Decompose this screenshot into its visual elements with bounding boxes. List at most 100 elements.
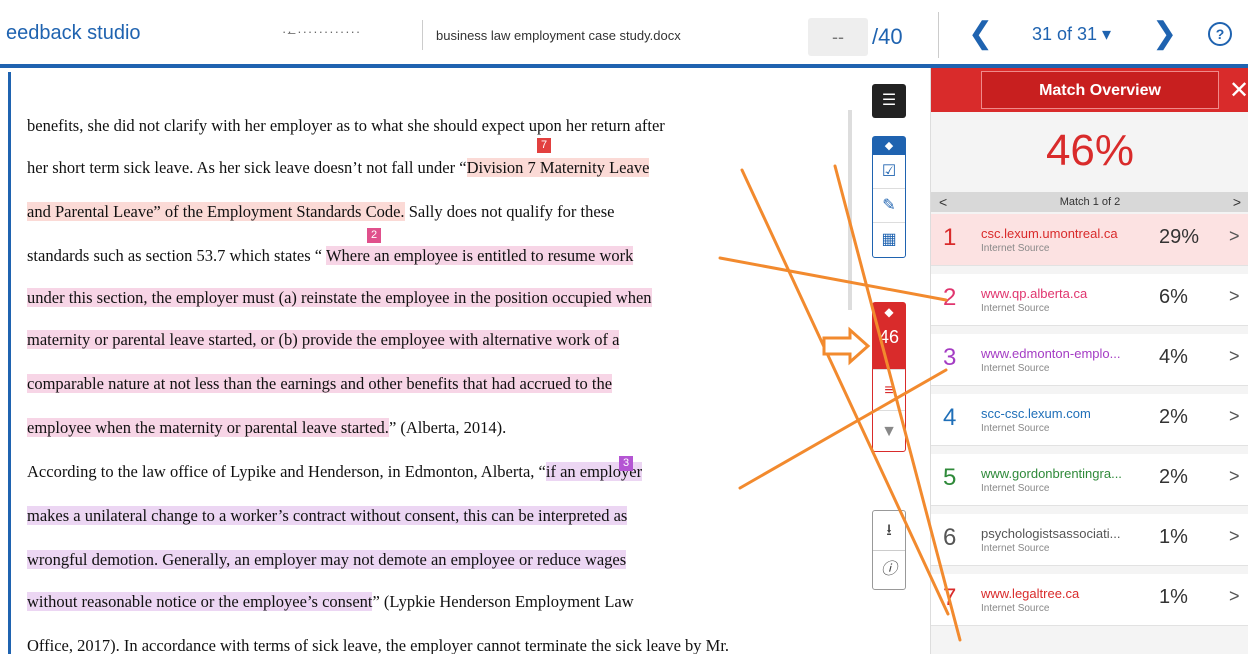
match-row[interactable]: 6 psychologistsassociati... Internet Sourc… [931,514,1248,566]
match-source-type: Internet Source [981,303,1050,314]
match-badge-2[interactable]: 2 [367,228,381,243]
chevron-right-icon[interactable]: > [1229,526,1240,547]
match-row[interactable]: 5 www.gordonbrentingra... Internet Source 2… [931,454,1248,506]
checkbox-icon[interactable]: ☑ [873,155,905,189]
match-percent: 1% [1159,526,1188,548]
grade-total: /40 [872,24,903,49]
highlighted-match-text[interactable]: maternity or parental leave started, or … [27,330,620,349]
match-source-type: Internet Source [981,543,1050,554]
match-row[interactable]: 4 scc-csc.lexum.com Internet Source 2% > [931,394,1248,446]
document-line: Office, 2017). In accordance with terms … [27,636,729,654]
match-source-type: Internet Source [981,363,1050,374]
match-number: 6 [943,524,957,551]
match-row[interactable]: 7 www.legaltree.ca Internet Source 1% > [931,574,1248,626]
match-number: 5 [943,464,957,491]
match-number: 1 [943,224,957,251]
filter-icon[interactable]: ▼ [873,410,905,451]
paper-count-dropdown[interactable]: 31 of 31 ▾ [1032,24,1111,45]
previous-paper-button[interactable]: ❮ [968,16,993,51]
highlighted-match-text[interactable]: Where an employee is entitled to resume … [325,246,634,265]
brand-title: eedback studio [6,22,141,44]
document-line: under this section, the employer must (a… [27,288,652,308]
match-number: 7 [943,584,957,611]
next-paper-button[interactable]: ❯ [1152,16,1177,51]
header-divider [422,20,423,50]
match-overview-panel: Match Overview ✕ 46% < Match 1 of 2 > 1c… [930,68,1248,654]
match-source: scc-csc.lexum.com [981,406,1091,421]
match-row[interactable]: 2 www.qp.alberta.ca Internet Source 6% > [931,274,1248,326]
match-nav-label: Match 1 of 2 [1059,196,1121,208]
chevron-right-icon[interactable]: > [1229,466,1240,487]
chevron-right-icon[interactable]: > [1229,406,1240,427]
match-prev-button[interactable]: < [939,192,947,212]
match-percent: 2% [1159,406,1188,428]
match-number: 2 [943,284,957,311]
document-scrollbar[interactable] [848,110,852,310]
chevron-right-icon[interactable]: > [1229,346,1240,367]
match-source-type: Internet Source [981,603,1050,614]
similarity-percent: 46% [1045,126,1135,175]
document-viewer: benefits, she did not clarify with her e… [8,72,848,654]
layers-small-icon: ◆ [873,137,905,155]
match-percent: 2% [1159,466,1188,488]
match-badge-3[interactable]: 3 [619,456,633,471]
match-source: www.legaltree.ca [981,586,1080,601]
highlighted-match-text[interactable]: comparable nature at not less than the e… [27,374,613,393]
match-row[interactable]: 3 www.edmonton-emplo... Internet Source 4% > [931,334,1248,386]
edit-icon[interactable]: ✎ [873,189,905,223]
info-icon[interactable]: ⓘ [873,551,905,589]
match-row[interactable]: 1 csc.lexum.umontreal.ca Internet Source 29… [931,214,1248,266]
document-text: Office, 2017). In accordance with terms … [27,636,730,654]
highlighted-match-text[interactable]: Division 7 Maternity Leave [466,158,650,177]
chevron-right-icon[interactable]: > [1229,226,1240,247]
help-icon[interactable]: ? [1208,22,1232,46]
download-icon[interactable]: ⭳ [873,511,905,551]
match-number: 3 [943,344,957,371]
filter-sort-icon[interactable]: ≡ [873,369,905,410]
highlighted-match-text[interactable]: makes a unilateral change to a worker’s … [27,506,628,525]
chevron-right-icon[interactable]: > [1229,586,1240,607]
match-source-type: Internet Source [981,243,1050,254]
document-text: standards such as section 53.7 which sta… [27,246,326,265]
match-navigator: < Match 1 of 2 > [931,192,1248,212]
match-percent: 6% [1159,286,1188,308]
match-source: www.gordonbrentingra... [981,466,1122,481]
highlighted-match-text[interactable]: under this section, the employer must (a… [27,288,652,307]
panel-header: Match Overview ✕ [931,68,1248,112]
match-percent: 29% [1159,226,1200,248]
document-text: According to the law office of Lypike an… [27,462,546,481]
document-text: her short term sick leave. As her sick l… [27,158,467,177]
match-source: psychologistsassociati... [981,526,1121,541]
layers-small-icon: ◆ [884,305,894,319]
document-line: comparable nature at not less than the e… [27,374,613,394]
document-text: Sally does not qualify for these [404,202,615,221]
document-line: and Parental Leave” of the Employment St… [27,202,614,222]
grade-input[interactable]: -- [808,18,868,56]
chevron-right-icon[interactable]: > [1229,286,1240,307]
match-percent: 4% [1159,346,1188,368]
match-source-type: Internet Source [981,423,1050,434]
match-next-button[interactable]: > [1233,192,1241,212]
match-source: www.edmonton-emplo... [981,346,1121,361]
grid-icon[interactable]: ▦ [873,223,905,257]
layers-icon[interactable]: ☰ [872,84,906,118]
document-name: business law employment case study.docx [436,28,681,43]
highlighted-match-text[interactable]: employee when the maternity or parental … [27,418,389,437]
similarity-score-button[interactable]: ◆ 46 [873,303,905,369]
match-percent: 1% [1159,586,1188,608]
highlighted-match-text[interactable]: wrongful demotion. Generally, an employe… [27,550,627,569]
match-source-type: Internet Source [981,483,1050,494]
header-divider-2 [938,12,939,58]
similarity-count: 46 [878,327,900,347]
highlighted-match-text[interactable]: without reasonable notice or the employe… [27,592,373,611]
match-number: 4 [943,404,957,431]
highlighted-match-text[interactable]: and Parental Leave” of the Employment St… [27,202,405,221]
student-name: ··̶ ············ [282,24,362,39]
match-badge-7[interactable]: 7 [537,138,551,153]
document-line: makes a unilateral change to a worker’s … [27,506,628,526]
close-icon[interactable]: ✕ [1229,76,1248,105]
document-line: According to the law office of Lypike an… [27,462,643,482]
document-line: employee when the maternity or parental … [27,418,506,438]
document-text: ” (Alberta, 2014). [388,418,507,437]
document-line: wrongful demotion. Generally, an employe… [27,550,627,570]
